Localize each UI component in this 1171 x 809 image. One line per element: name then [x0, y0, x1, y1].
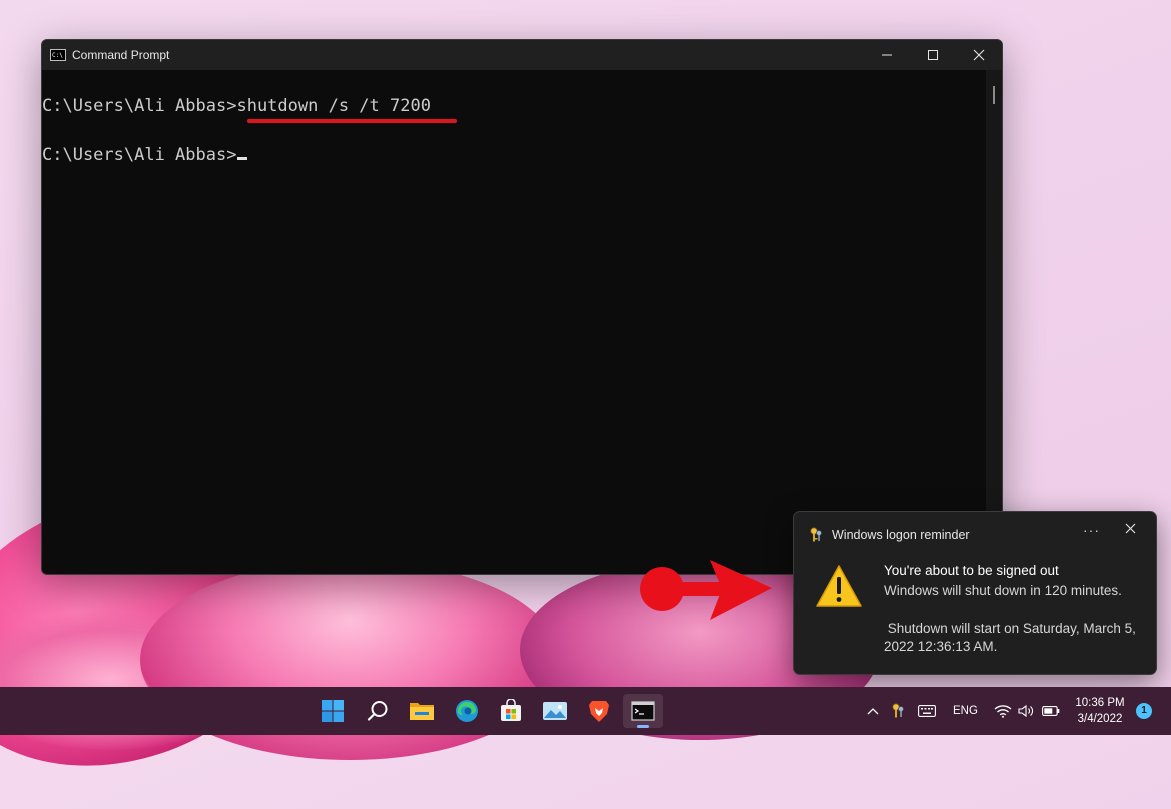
- red-underline-annotation: [247, 119, 457, 123]
- search-icon: [367, 701, 388, 721]
- minimize-button[interactable]: [864, 40, 910, 70]
- show-hidden-icons-button[interactable]: [867, 687, 879, 735]
- brave-button[interactable]: [579, 694, 619, 728]
- window-title: Command Prompt: [72, 48, 170, 62]
- clock-time: 10:36 PM: [1075, 697, 1125, 709]
- notification-count-badge[interactable]: 1: [1136, 703, 1152, 719]
- minimize-icon: [882, 54, 892, 56]
- title-bar[interactable]: C:\ Command Prompt: [42, 40, 1002, 70]
- keys-icon: [892, 703, 904, 718]
- warning-icon: [816, 565, 862, 607]
- wifi-icon: [994, 705, 1012, 718]
- maximize-icon: [928, 50, 938, 60]
- notification-detail: Shutdown will start on Saturday, March 5…: [884, 621, 1140, 654]
- clock-date: 3/4/2022: [1077, 713, 1123, 725]
- red-arrow-annotation: [640, 560, 772, 620]
- file-explorer-icon: [410, 703, 434, 720]
- command-prompt-taskbar-button[interactable]: [623, 694, 663, 728]
- keyboard-icon: [918, 705, 936, 717]
- cmd-icon: C:\: [50, 49, 66, 61]
- clock[interactable]: 10:36 PM 3/4/2022: [1068, 695, 1132, 727]
- prompt-text: C:\Users\Ali Abbas>: [42, 96, 237, 116]
- battery-button[interactable]: [1042, 687, 1060, 735]
- file-explorer-button[interactable]: [402, 694, 442, 728]
- edge-button[interactable]: [447, 694, 487, 728]
- windows-start-icon: [322, 700, 344, 722]
- prompt-text: C:\Users\Ali Abbas>: [42, 145, 237, 165]
- console-line: C:\Users\Ali Abbas>: [42, 145, 248, 165]
- console-line: C:\Users\Ali Abbas>shutdown /s /t 7200: [42, 96, 431, 116]
- console-output[interactable]: C:\Users\Ali Abbas>shutdown /s /t 7200 C…: [42, 70, 986, 574]
- volume-icon: [1018, 704, 1033, 718]
- tray-keys-button[interactable]: [891, 687, 905, 735]
- input-language-indicator[interactable]: ENG: [953, 687, 978, 735]
- command-text: shutdown /s /t 7200: [236, 96, 431, 116]
- scrollbar[interactable]: [986, 70, 1002, 574]
- edge-icon: [456, 700, 478, 722]
- search-button[interactable]: [358, 694, 398, 728]
- photos-icon: [543, 702, 567, 720]
- volume-button[interactable]: [1018, 687, 1034, 735]
- close-icon: [973, 49, 985, 61]
- chevron-up-icon: [867, 708, 879, 715]
- notification-title: You're about to be signed out: [884, 563, 1059, 578]
- brave-icon: [589, 701, 609, 722]
- close-icon: [1125, 523, 1136, 534]
- notification-close-button[interactable]: [1125, 521, 1136, 538]
- store-button[interactable]: [491, 694, 531, 728]
- scroll-thumb[interactable]: [993, 86, 995, 104]
- network-button[interactable]: [994, 687, 1012, 735]
- store-icon: [501, 699, 521, 721]
- photos-button[interactable]: [535, 694, 575, 728]
- start-button[interactable]: [313, 694, 353, 728]
- maximize-button[interactable]: [910, 40, 956, 70]
- close-button[interactable]: [956, 40, 1002, 70]
- more-options-button[interactable]: ···: [1083, 522, 1100, 538]
- notification-app-name: Windows logon reminder: [832, 528, 970, 542]
- touch-keyboard-button[interactable]: [918, 687, 936, 735]
- notification-toast[interactable]: Windows logon reminder ··· You're about …: [793, 511, 1157, 675]
- keys-icon: [810, 527, 822, 542]
- text-cursor: [237, 157, 248, 160]
- battery-icon: [1042, 706, 1060, 716]
- command-prompt-window[interactable]: C:\ Command Prompt C:\Users\Ali Abbas>sh…: [41, 39, 1003, 575]
- terminal-icon: [631, 701, 655, 721]
- notification-body: Windows will shut down in 120 minutes.: [884, 583, 1122, 598]
- taskbar: ENG 10:36 PM 3/4/2022 1: [0, 687, 1171, 735]
